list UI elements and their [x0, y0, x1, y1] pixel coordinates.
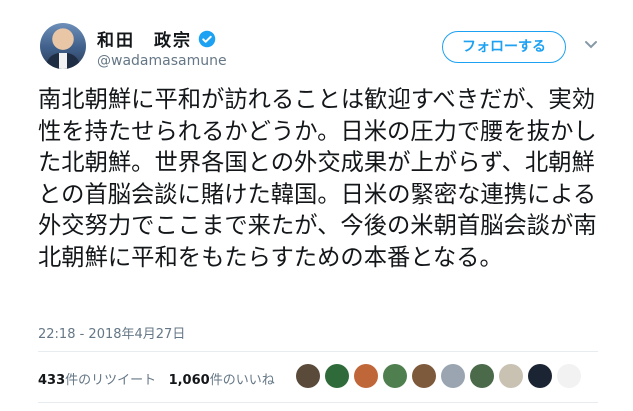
- like-label: 件のいいね: [209, 373, 275, 388]
- divider-top: [38, 351, 598, 352]
- like-count: 1,060: [168, 373, 210, 388]
- chevron-down-icon[interactable]: [584, 40, 598, 50]
- liker-avatar[interactable]: [325, 364, 349, 388]
- liker-avatar[interactable]: [441, 364, 465, 388]
- verified-badge-icon: [198, 30, 216, 47]
- liker-avatar[interactable]: [557, 364, 581, 388]
- liker-avatar[interactable]: [296, 364, 320, 388]
- tweet-timestamp[interactable]: 22:18 - 2018年4月27日: [38, 323, 185, 342]
- retweet-stat[interactable]: 433件のリツイート: [38, 373, 156, 388]
- tweet-text: 南北朝鮮に平和が訪れることは歓迎すべきだが、実効性を持たせられるかどうか。日米の…: [38, 86, 597, 271]
- divider-bottom: [38, 402, 598, 403]
- retweet-label: 件のリツイート: [65, 373, 157, 388]
- liker-avatar[interactable]: [499, 364, 523, 388]
- retweet-count: 433: [38, 373, 66, 388]
- liker-avatar[interactable]: [383, 364, 407, 388]
- follow-button[interactable]: フォローする: [442, 31, 566, 63]
- liker-avatars: [296, 364, 586, 388]
- liker-avatar[interactable]: [470, 364, 494, 388]
- author-display-name[interactable]: 和田 政宗: [97, 26, 192, 51]
- like-stat[interactable]: 1,060件のいいね: [169, 373, 275, 388]
- author-handle[interactable]: @wadamasamune: [97, 53, 227, 69]
- liker-avatar[interactable]: [412, 364, 436, 388]
- tweet-stats: 433件のリツイート 1,060件のいいね: [38, 369, 275, 388]
- author-name-row: 和田 政宗: [97, 26, 216, 51]
- liker-avatar[interactable]: [528, 364, 552, 388]
- avatar-shirt: [59, 53, 67, 69]
- author-avatar[interactable]: [40, 23, 86, 69]
- liker-avatar[interactable]: [354, 364, 378, 388]
